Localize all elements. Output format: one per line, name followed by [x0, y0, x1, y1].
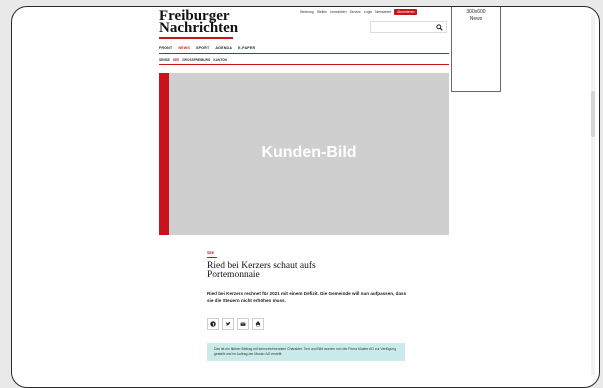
- share-email-button[interactable]: [237, 318, 249, 330]
- logo-line-2: Nachrichten: [159, 20, 239, 36]
- util-link-immobilien[interactable]: Immobilien: [330, 10, 346, 14]
- nav-item-news[interactable]: NEWS: [178, 46, 190, 50]
- util-link-service[interactable]: Service: [349, 10, 360, 14]
- subnav-item-grossfreiburg[interactable]: GROSSFREIBURG: [182, 58, 210, 62]
- utility-nav: Werbung Stellen Immobilien Service Login…: [300, 9, 418, 15]
- nav-item-epaper[interactable]: E-PAPER: [238, 46, 255, 50]
- subscribe-button[interactable]: Abonnieren: [394, 9, 418, 15]
- hero-image-text: Kunden-Bild: [261, 144, 357, 161]
- article-lead: Ried bei Kerzers rechnet für 2021 mit ei…: [207, 291, 407, 303]
- share-buttons: [207, 318, 412, 330]
- news-page: Freiburger Nachrichten Werbung Stellen I…: [159, 7, 501, 387]
- site-logo[interactable]: Freiburger Nachrichten: [159, 9, 241, 36]
- hero-accent-bar: [159, 73, 169, 235]
- ad-label: News: [469, 16, 483, 22]
- ad-placeholder[interactable]: 300x600 News: [451, 7, 501, 92]
- twitter-icon: [225, 321, 231, 326]
- subnav-item-sense[interactable]: SENSE: [159, 58, 170, 62]
- util-link-newsletter[interactable]: Newsletter: [375, 10, 391, 14]
- sub-nav: SENSE SEE GROSSFREIBURG KANTON: [159, 56, 449, 65]
- nav-item-agenda[interactable]: AGENDA: [215, 46, 232, 50]
- nav-item-sport[interactable]: SPORT: [196, 46, 209, 50]
- util-link-stellen[interactable]: Stellen: [317, 10, 327, 14]
- main-nav: FRONT NEWS SPORT AGENDA E-PAPER: [159, 43, 449, 54]
- logo-underline: [159, 37, 233, 39]
- email-icon: [240, 322, 246, 326]
- kicker-underline: [207, 257, 217, 258]
- article-headline: Ried bei Kerzers schaut aufs Portemonnai…: [207, 261, 316, 280]
- share-twitter-button[interactable]: [222, 318, 234, 330]
- share-print-button[interactable]: [252, 318, 264, 330]
- share-facebook-button[interactable]: [207, 318, 219, 330]
- sponsored-notice: Das ist ein fiktiver Beitrag mit kennzei…: [207, 343, 405, 361]
- print-icon: [255, 321, 261, 327]
- ad-size-label: 300x600: [466, 9, 486, 15]
- util-link-werbung[interactable]: Werbung: [300, 10, 314, 14]
- util-link-login[interactable]: Login: [364, 10, 372, 14]
- search-input[interactable]: [370, 21, 447, 33]
- article-kicker[interactable]: SEE: [207, 251, 412, 255]
- hero-image: Kunden-Bild: [159, 73, 449, 235]
- article: SEE Ried bei Kerzers schaut aufs Portemo…: [207, 251, 412, 361]
- search-icon[interactable]: [436, 24, 443, 31]
- nav-item-front[interactable]: FRONT: [159, 46, 172, 50]
- subnav-item-see[interactable]: SEE: [173, 58, 179, 62]
- device-frame: Freiburger Nachrichten Werbung Stellen I…: [11, 6, 600, 388]
- scrollbar[interactable]: [591, 15, 595, 375]
- facebook-icon: [210, 321, 216, 327]
- scrollbar-thumb[interactable]: [591, 91, 595, 137]
- subnav-item-kanton[interactable]: KANTON: [213, 58, 227, 62]
